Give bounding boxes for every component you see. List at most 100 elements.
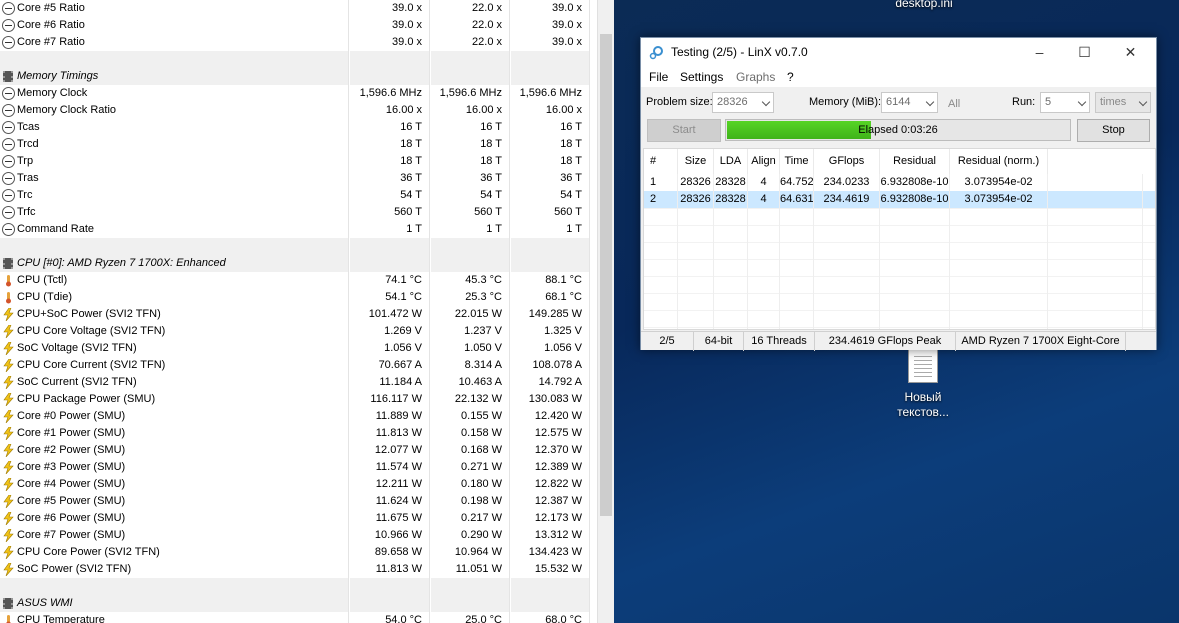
menu-file[interactable]: File xyxy=(649,70,668,84)
scrollbar-thumb[interactable] xyxy=(600,34,612,516)
sensor-row[interactable]: SoC Power (SVI2 TFN) 11.813 W 11.051 W 15.5… xyxy=(0,561,597,578)
sensor-row[interactable]: Core #5 Power (SMU) 11.624 W 0.198 W 12.387… xyxy=(0,493,597,510)
maximum-value-text: 15.532 W xyxy=(534,563,582,575)
table-row[interactable]: 2 28326 28328 4 64.631 234.4619 6.932808e-10 3.… xyxy=(644,191,1155,208)
sensor-row[interactable]: CPU (Tctl) 74.1 °C 45.3 °C 88.1 °C xyxy=(0,272,597,289)
status-cpu-name: AMD Ryzen 7 1700X Eight-Core xyxy=(956,332,1126,351)
sensor-row[interactable]: Core #6 Power (SMU) 11.675 W 0.217 W 12.173… xyxy=(0,510,597,527)
sensor-row[interactable]: SoC Current (SVI2 TFN) 11.184 A 10.463 A 14… xyxy=(0,374,597,391)
sensor-group-header[interactable]: ASUS WMI xyxy=(0,595,597,612)
sensor-name: Trfc xyxy=(0,204,349,221)
problem-size-label: Problem size: xyxy=(646,96,713,108)
all-memory-option[interactable]: All xyxy=(948,98,960,110)
sensor-row[interactable]: CPU Core Voltage (SVI2 TFN) 1.269 V 1.237 … xyxy=(0,323,597,340)
start-button[interactable]: Start xyxy=(647,119,721,142)
lightning-icon xyxy=(2,410,15,423)
sensor-row[interactable]: Trp 18 T 18 T 18 T xyxy=(0,153,597,170)
sensor-row[interactable]: CPU Temperature 54.0 °C 25.0 °C 68.0 °C xyxy=(0,612,597,623)
status-bitness: 64-bit xyxy=(694,332,744,351)
minimum-value: 22.0 x xyxy=(431,0,510,17)
minimize-button[interactable]: – xyxy=(1017,38,1062,66)
table-cell: 28326 xyxy=(678,191,714,208)
spacer-row xyxy=(0,238,597,255)
maximum-value: 149.285 W xyxy=(511,306,590,323)
sensor-row[interactable]: Command Rate 1 T 1 T 1 T xyxy=(0,221,597,238)
column-header[interactable]: Residual xyxy=(880,149,950,174)
current-value-text: 11.813 W xyxy=(375,427,422,439)
table-cell: 2 xyxy=(644,191,678,208)
sensor-row[interactable]: SoC Voltage (SVI2 TFN) 1.056 V 1.050 V 1.05… xyxy=(0,340,597,357)
sensor-row[interactable]: Core #3 Power (SMU) 11.574 W 0.271 W 12.389… xyxy=(0,459,597,476)
minimum-value: 22.0 x xyxy=(431,34,510,51)
sensor-row[interactable]: Trcd 18 T 18 T 18 T xyxy=(0,136,597,153)
maximum-value: 12.173 W xyxy=(511,510,590,527)
sensor-row[interactable]: CPU Core Current (SVI2 TFN) 70.667 A 8.314… xyxy=(0,357,597,374)
sensor-row[interactable]: Core #7 Ratio 39.0 x 22.0 x 39.0 x xyxy=(0,34,597,51)
sensor-row[interactable]: Tras 36 T 36 T 36 T xyxy=(0,170,597,187)
run-count-select[interactable]: 5 xyxy=(1040,92,1090,113)
sensor-row[interactable]: Trc 54 T 54 T 54 T xyxy=(0,187,597,204)
minimum-value: 0.198 W xyxy=(431,493,510,510)
maximum-value: 1,596.6 MHz xyxy=(511,85,590,102)
current-value xyxy=(350,578,430,595)
sensor-row[interactable]: CPU Core Power (SVI2 TFN) 89.658 W 10.964 … xyxy=(0,544,597,561)
sensor-row[interactable]: Tcas 16 T 16 T 16 T xyxy=(0,119,597,136)
column-header[interactable]: LDA xyxy=(714,149,748,174)
sensor-row[interactable]: Trfc 560 T 560 T 560 T xyxy=(0,204,597,221)
menu-graphs[interactable]: Graphs xyxy=(736,70,775,84)
sensor-name: CPU (Tctl) xyxy=(0,272,349,289)
sensor-row[interactable]: Core #7 Power (SMU) 10.966 W 0.290 W 13.312… xyxy=(0,527,597,544)
sensor-row[interactable]: CPU Package Power (SMU) 116.117 W 22.132 W… xyxy=(0,391,597,408)
maximum-value: 12.575 W xyxy=(511,425,590,442)
sensor-row[interactable]: Core #2 Power (SMU) 12.077 W 0.168 W 12.370… xyxy=(0,442,597,459)
maximum-value-text: 39.0 x xyxy=(552,36,582,48)
minimum-value-text: 0.290 W xyxy=(461,529,502,541)
column-header[interactable]: Align xyxy=(748,149,780,174)
sensor-row[interactable]: Core #1 Power (SMU) 11.813 W 0.158 W 12.575… xyxy=(0,425,597,442)
sensor-group-header[interactable]: CPU [#0]: AMD Ryzen 7 1700X: Enhanced xyxy=(0,255,597,272)
menu-settings[interactable]: Settings xyxy=(680,70,723,84)
desktop-file-label[interactable]: Новый текстов... xyxy=(888,390,958,420)
sensor-list-scrollbar[interactable] xyxy=(597,0,614,623)
desktop-ini-label[interactable]: desktop.ini xyxy=(894,0,954,10)
close-button[interactable]: ✕ xyxy=(1108,38,1153,66)
current-value: 11.624 W xyxy=(350,493,430,510)
current-value xyxy=(350,595,430,612)
menu-help[interactable]: ? xyxy=(787,70,794,84)
memory-select[interactable]: 6144 xyxy=(881,92,938,113)
sensor-row[interactable]: Core #6 Ratio 39.0 x 22.0 x 39.0 x xyxy=(0,17,597,34)
column-header[interactable]: Time xyxy=(780,149,814,174)
sensor-row[interactable]: Memory Clock 1,596.6 MHz 1,596.6 MHz 1,596.… xyxy=(0,85,597,102)
sensor-row[interactable]: Core #5 Ratio 39.0 x 22.0 x 39.0 x xyxy=(0,0,597,17)
run-unit-select[interactable]: times xyxy=(1095,92,1151,113)
current-value-text: 54.0 °C xyxy=(385,614,422,623)
column-header[interactable]: Size xyxy=(678,149,714,174)
maximize-button[interactable]: ☐ xyxy=(1062,38,1107,66)
sensor-row[interactable]: CPU+SoC Power (SVI2 TFN) 101.472 W 22.015 … xyxy=(0,306,597,323)
stop-button[interactable]: Stop xyxy=(1077,119,1150,142)
maximum-value: 16.00 x xyxy=(511,102,590,119)
sensor-group-header[interactable]: Memory Timings xyxy=(0,68,597,85)
sensor-row[interactable]: CPU (Tdie) 54.1 °C 25.3 °C 68.1 °C xyxy=(0,289,597,306)
sensor-row[interactable]: Memory Clock Ratio 16.00 x 16.00 x 16.00 x xyxy=(0,102,597,119)
text-document-icon[interactable] xyxy=(908,349,938,383)
column-header[interactable]: Residual (norm.) xyxy=(950,149,1048,174)
column-header[interactable]: # xyxy=(644,149,678,174)
table-row[interactable]: 1 28326 28328 4 64.752 234.0233 6.932808e-10 3.… xyxy=(644,174,1155,191)
problem-size-select[interactable]: 28326 xyxy=(712,92,774,113)
results-table[interactable]: # Size LDA Align Time GFlops Residual Residual … xyxy=(643,148,1156,330)
minimum-value: 1.237 V xyxy=(431,323,510,340)
maximum-value: 39.0 x xyxy=(511,17,590,34)
run-unit-value: times xyxy=(1100,96,1127,108)
sensor-row[interactable]: Core #4 Power (SMU) 12.211 W 0.180 W 12.822… xyxy=(0,476,597,493)
sensor-name-text: CPU Package Power (SMU) xyxy=(17,393,156,405)
sensor-name-text: Trcd xyxy=(17,138,39,150)
column-header[interactable]: GFlops xyxy=(814,149,880,174)
sensor-name-text: Core #5 Power (SMU) xyxy=(17,495,126,507)
maximum-value: 12.420 W xyxy=(511,408,590,425)
title-bar[interactable]: Testing (2/5) - LinX v0.7.0 – ☐ ✕ xyxy=(641,38,1156,66)
minimum-value-text: 1,596.6 MHz xyxy=(439,87,502,99)
sensor-row[interactable]: Core #0 Power (SMU) 11.889 W 0.155 W 12.420… xyxy=(0,408,597,425)
sensor-name-text: Memory Clock xyxy=(17,87,88,99)
thermometer-icon xyxy=(2,291,15,304)
